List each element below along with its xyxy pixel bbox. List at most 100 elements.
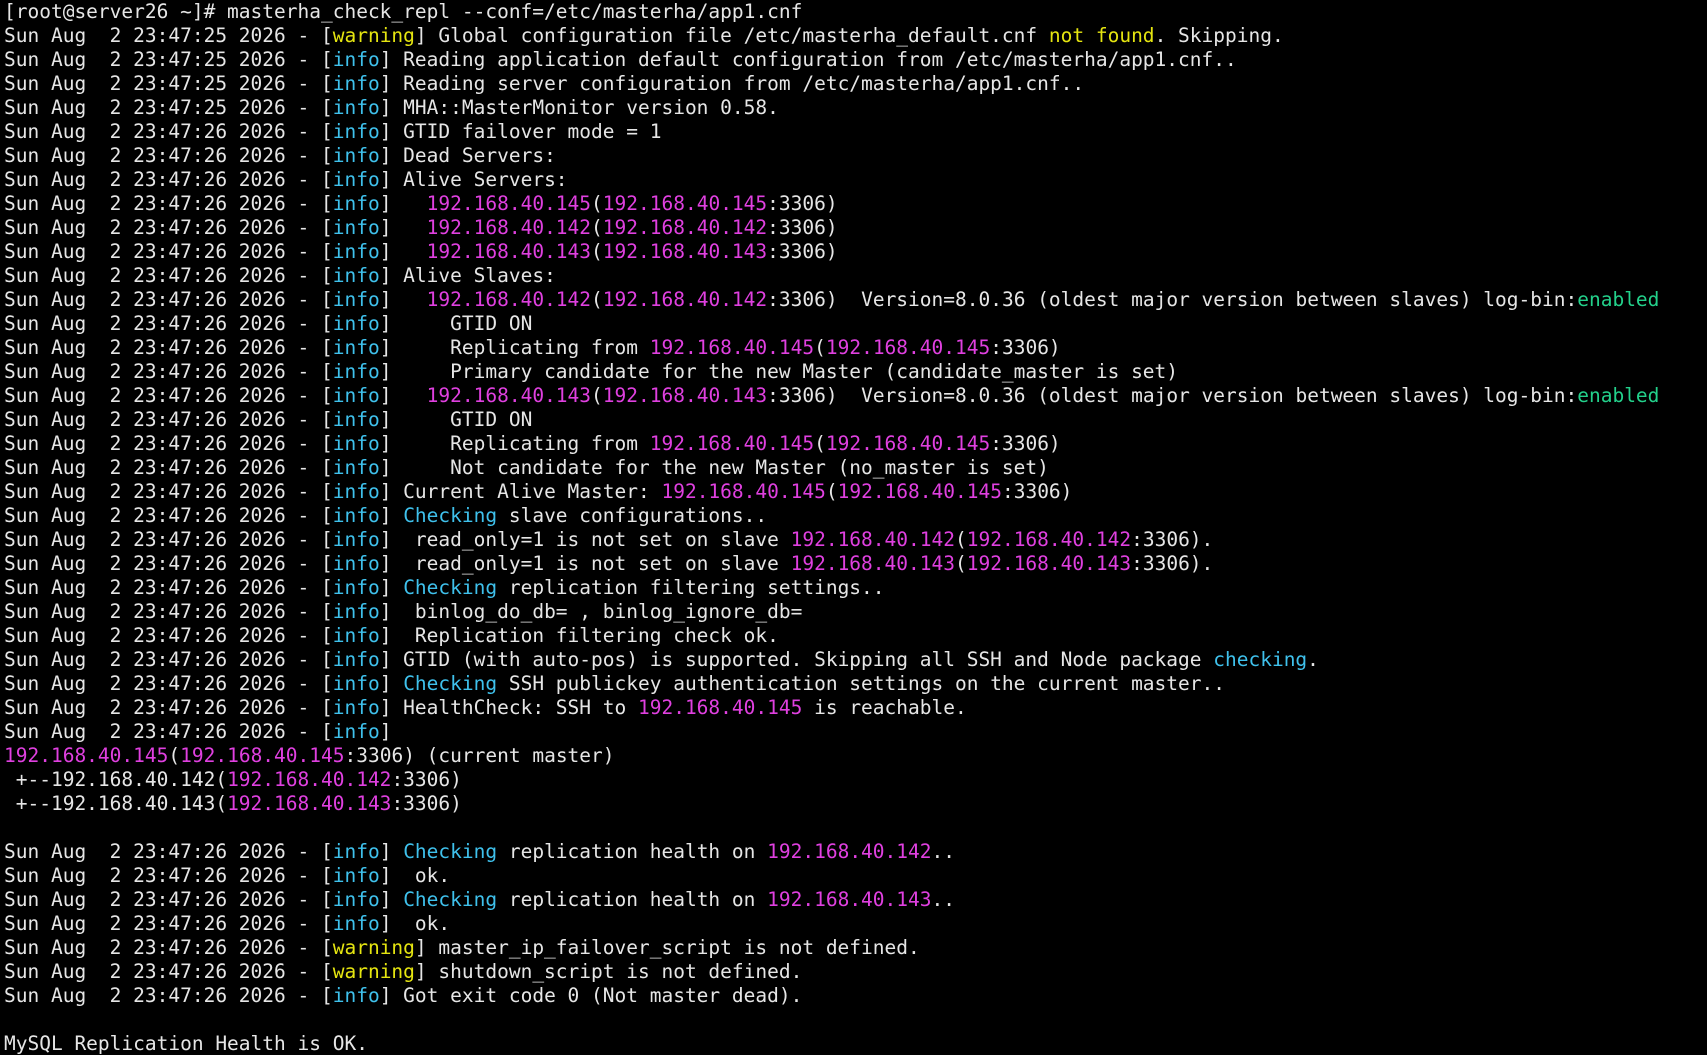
terminal-text: Sun Aug 2 23:47:26 2026 - [	[4, 888, 333, 911]
log-level-info: info	[332, 360, 380, 383]
terminal-text: ] shutdown_script is not defined.	[414, 960, 803, 983]
terminal-text: :3306)	[767, 192, 838, 215]
terminal-line: Sun Aug 2 23:47:26 2026 - [info] ok.	[4, 864, 1707, 888]
terminal-text: ] Replication filtering check ok.	[379, 624, 779, 647]
terminal-line: Sun Aug 2 23:47:26 2026 - [info] GTID fa…	[4, 120, 1707, 144]
terminal-text: :3306)	[990, 336, 1061, 359]
terminal-text: Sun Aug 2 23:47:26 2026 - [	[4, 408, 333, 431]
terminal-text: SSH publickey authentication settings on…	[497, 672, 1225, 695]
log-level-info: info	[332, 288, 380, 311]
log-level-warning: warning	[332, 960, 415, 983]
terminal-text: ] Alive Servers:	[379, 168, 568, 191]
terminal-text: :3306) Version=8.0.36 (oldest major vers…	[767, 288, 1578, 311]
terminal-line: MySQL Replication Health is OK.	[4, 1032, 1707, 1055]
terminal-text: Sun Aug 2 23:47:26 2026 - [	[4, 432, 333, 455]
terminal-line: Sun Aug 2 23:47:26 2026 - [info] 192.168…	[4, 192, 1707, 216]
terminal-text: (	[168, 744, 181, 767]
log-level-info: info	[332, 696, 380, 719]
log-level-info: info	[332, 720, 380, 743]
terminal-text: (	[954, 528, 967, 551]
terminal-line: Sun Aug 2 23:47:26 2026 - [info] Current…	[4, 480, 1707, 504]
ip-address: 192.168.40.142	[602, 216, 768, 239]
log-level-info: info	[332, 456, 380, 479]
terminal-text: ]	[379, 720, 392, 743]
terminal-text: ] ok.	[379, 864, 451, 887]
terminal-line: Sun Aug 2 23:47:26 2026 - [info] HealthC…	[4, 696, 1707, 720]
terminal-text: Sun Aug 2 23:47:26 2026 - [	[4, 528, 333, 551]
ip-address: 192.168.40.143	[790, 552, 955, 575]
terminal-text: Sun Aug 2 23:47:26 2026 - [	[4, 168, 333, 191]
terminal-text: ]	[379, 384, 427, 407]
terminal-text: is reachable.	[802, 696, 967, 719]
terminal-text: ] GTID ON	[379, 312, 533, 335]
terminal-text: Sun Aug 2 23:47:26 2026 - [	[4, 288, 333, 311]
ip-address: 192.168.40.142	[790, 528, 955, 551]
terminal-text: (	[591, 216, 603, 239]
terminal-text: :3306) (current master)	[344, 744, 615, 767]
ip-address: 192.168.40.145	[602, 192, 768, 215]
log-level-info: Checking	[403, 840, 498, 863]
terminal-text: +--192.168.40.142(	[4, 768, 228, 791]
terminal-text: (	[591, 384, 603, 407]
log-level-info: info	[332, 576, 380, 599]
terminal-text: Sun Aug 2 23:47:26 2026 - [	[4, 600, 333, 623]
terminal-text: Sun Aug 2 23:47:26 2026 - [	[4, 384, 333, 407]
log-level-info: info	[332, 264, 380, 287]
log-level-info: info	[332, 912, 380, 935]
terminal-text: +--192.168.40.143(	[4, 792, 228, 815]
ip-address: 192.168.40.142	[767, 840, 932, 863]
terminal-text: ] master_ip_failover_script is not defin…	[414, 936, 920, 959]
terminal-text: (	[954, 552, 967, 575]
terminal-text: ] Replicating from	[379, 336, 650, 359]
terminal-line: Sun Aug 2 23:47:26 2026 - [info] 192.168…	[4, 216, 1707, 240]
log-level-info: info	[332, 552, 380, 575]
ip-address: 192.168.40.142	[426, 216, 592, 239]
terminal-text: :3306)	[767, 216, 838, 239]
ip-address: 192.168.40.142	[227, 768, 392, 791]
terminal-text: (	[825, 480, 838, 503]
ip-address: 192.168.40.145	[649, 336, 815, 359]
log-level-info: info	[332, 984, 380, 1007]
terminal-line: Sun Aug 2 23:47:26 2026 - [info] 192.168…	[4, 288, 1707, 312]
terminal-text: Sun Aug 2 23:47:26 2026 - [	[4, 456, 333, 479]
terminal-text: ] Dead Servers:	[379, 144, 556, 167]
terminal-text: ] GTID failover mode = 1	[379, 120, 662, 143]
terminal-text: Sun Aug 2 23:47:26 2026 - [	[4, 960, 333, 983]
terminal-text: replication health on	[497, 888, 768, 911]
terminal-text: Sun Aug 2 23:47:26 2026 - [	[4, 696, 333, 719]
log-level-info: info	[332, 480, 380, 503]
ip-address: 192.168.40.145	[825, 336, 991, 359]
terminal-text: ]	[379, 240, 427, 263]
terminal-line: Sun Aug 2 23:47:26 2026 - [info] Checkin…	[4, 840, 1707, 864]
log-level-info: info	[332, 672, 380, 695]
terminal-text: Sun Aug 2 23:47:26 2026 - [	[4, 552, 333, 575]
log-level-info: info	[332, 168, 380, 191]
log-level-warning: warning	[332, 936, 415, 959]
log-level-info: info	[332, 120, 380, 143]
terminal-text: ] Global configuration file /etc/masterh…	[414, 24, 1049, 47]
log-level-info: info	[332, 600, 380, 623]
terminal-line: Sun Aug 2 23:47:26 2026 - [info] GTID ON	[4, 312, 1707, 336]
ip-address: 192.168.40.145	[180, 744, 345, 767]
terminal-line: Sun Aug 2 23:47:26 2026 - [info] read_on…	[4, 528, 1707, 552]
terminal-line: Sun Aug 2 23:47:26 2026 - [info] Checkin…	[4, 672, 1707, 696]
terminal-text: slave configurations..	[497, 504, 768, 527]
terminal-text: [root@server26 ~]# masterha_check_repl -…	[4, 0, 803, 23]
ip-address: 192.168.40.143	[227, 792, 392, 815]
terminal-text: Sun Aug 2 23:47:26 2026 - [	[4, 864, 333, 887]
terminal-text: ]	[379, 672, 404, 695]
terminal-text: replication filtering settings..	[497, 576, 885, 599]
terminal-text: ]	[379, 888, 404, 911]
terminal-text: ]	[379, 192, 427, 215]
terminal-window[interactable]: [root@server26 ~]# masterha_check_repl -…	[0, 0, 1707, 1055]
ip-address: 192.168.40.143	[602, 384, 768, 407]
terminal-text: . Skipping.	[1154, 24, 1284, 47]
log-level-info: info	[332, 864, 380, 887]
terminal-text: :3306)	[391, 792, 462, 815]
terminal-text: Sun Aug 2 23:47:26 2026 - [	[4, 216, 333, 239]
terminal-text: Sun Aug 2 23:47:25 2026 - [	[4, 72, 333, 95]
terminal-text: Sun Aug 2 23:47:26 2026 - [	[4, 480, 333, 503]
terminal-line: Sun Aug 2 23:47:26 2026 - [info] Alive S…	[4, 168, 1707, 192]
log-level-info: Checking	[403, 576, 498, 599]
